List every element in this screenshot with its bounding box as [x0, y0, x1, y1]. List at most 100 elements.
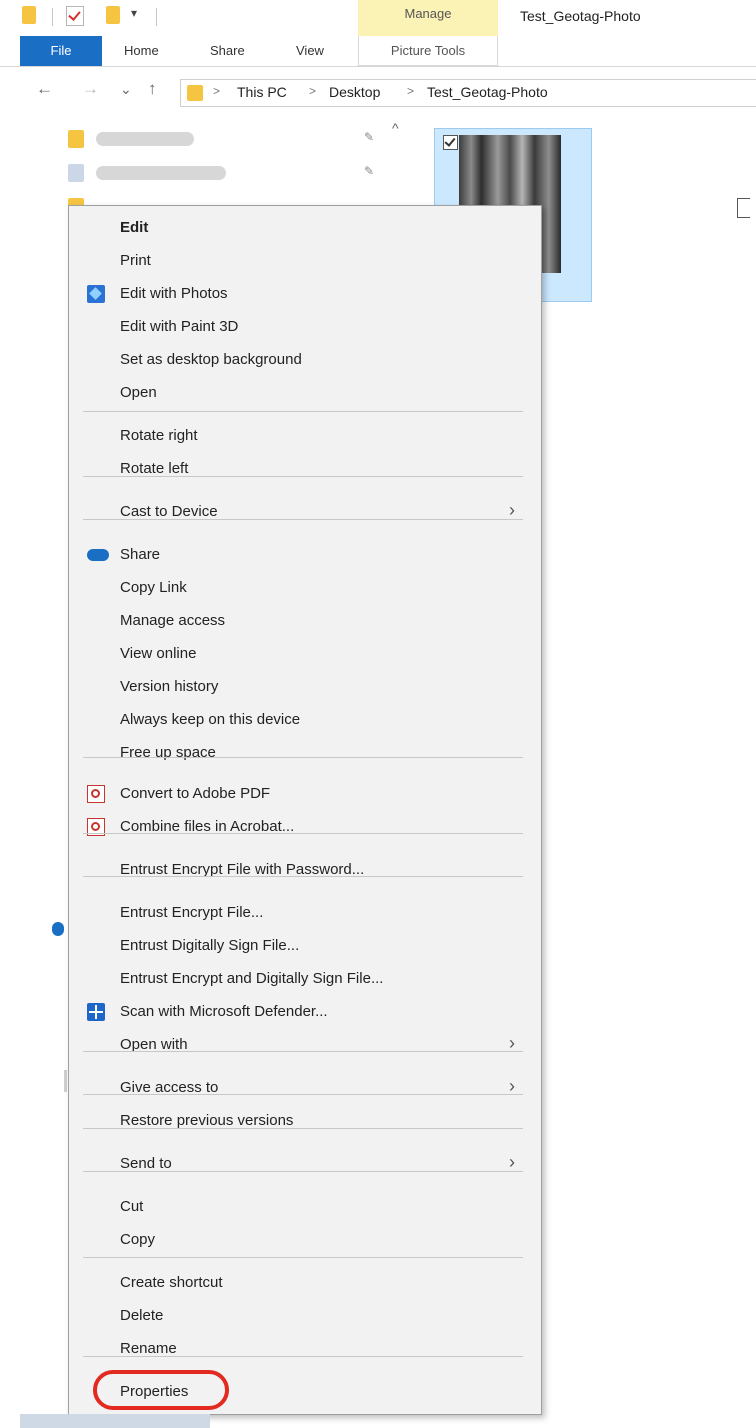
adobe-pdf-icon — [87, 785, 105, 803]
context-menu: Edit Print Edit with Photos Edit with Paint… — [68, 205, 542, 1415]
menu-item-label: Free up space — [120, 744, 216, 761]
manage-contextual-tab[interactable]: Manage — [358, 0, 498, 36]
menu-item-label: Entrust Digitally Sign File... — [120, 937, 300, 954]
menu-item-label: Print — [120, 252, 151, 269]
chevron-right-icon: › — [509, 500, 515, 520]
manage-tab-label: Manage — [404, 6, 452, 21]
menu-separator — [83, 519, 523, 520]
menu-item-send-to[interactable]: Send to › — [69, 1149, 541, 1179]
properties-quick-icon[interactable] — [66, 6, 84, 26]
menu-item-scan-with-microsoft-defender[interactable]: Scan with Microsoft Defender... — [69, 997, 541, 1027]
address-breadcrumb[interactable]: > This PC > Desktop > Test_Geotag-Photo — [180, 79, 756, 107]
breadcrumb-this-pc[interactable]: This PC — [237, 84, 287, 100]
ribbon-tabs: File Home Share View Picture Tools — [0, 36, 756, 67]
menu-item-label: Always keep on this device — [120, 711, 301, 728]
menu-item-properties[interactable]: Properties — [69, 1377, 541, 1407]
menu-separator — [83, 1171, 523, 1172]
selection-checkbox[interactable] — [443, 135, 458, 150]
tab-picture-tools[interactable]: Picture Tools — [358, 36, 498, 66]
blurred-item-name — [96, 132, 194, 146]
taskbar-edge — [20, 1414, 210, 1428]
menu-item-cast-to-device[interactable]: Cast to Device › — [69, 497, 541, 527]
menu-item-label: Restore previous versions — [120, 1112, 294, 1129]
menu-item-entrust-encrypt-file[interactable]: Entrust Encrypt File... — [69, 898, 541, 928]
menu-item-copy[interactable]: Copy — [69, 1225, 541, 1255]
menu-item-entrust-encrypt-and-digitally-sign-file[interactable]: Entrust Encrypt and Digitally Sign File.… — [69, 964, 541, 994]
menu-item-label: Scan with Microsoft Defender... — [120, 1003, 328, 1020]
up-arrow-icon[interactable]: ↑ — [148, 79, 157, 99]
menu-item-label: Rotate right — [120, 427, 198, 444]
folder-icon — [68, 130, 84, 148]
menu-item-restore-previous-versions[interactable]: Restore previous versions — [69, 1106, 541, 1136]
menu-separator — [83, 876, 523, 877]
menu-item-copy-link[interactable]: Copy Link — [69, 573, 541, 603]
menu-item-convert-to-adobe-pdf[interactable]: Convert to Adobe PDF — [69, 779, 541, 809]
quick-access-divider — [156, 8, 157, 26]
menu-separator — [83, 1356, 523, 1357]
pin-icon[interactable]: ✎ — [364, 164, 374, 178]
menu-item-edit[interactable]: Edit — [69, 213, 541, 243]
menu-item-entrust-digitally-sign-file[interactable]: Entrust Digitally Sign File... — [69, 931, 541, 961]
quick-access-divider — [52, 8, 53, 26]
menu-separator — [83, 476, 523, 477]
menu-item-label: Send to — [120, 1155, 172, 1172]
quick-access-folder-icon[interactable] — [22, 6, 36, 24]
menu-item-combine-files-in-acrobat[interactable]: Combine files in Acrobat... — [69, 812, 541, 842]
pin-icon[interactable]: ✎ — [364, 130, 374, 144]
menu-separator — [83, 757, 523, 758]
forward-arrow-icon[interactable]: → — [82, 79, 99, 99]
breadcrumb-current-folder[interactable]: Test_Geotag-Photo — [427, 84, 548, 100]
blurred-item-name — [96, 166, 226, 180]
onedrive-icon — [52, 922, 64, 936]
new-folder-quick-icon[interactable] — [106, 6, 120, 24]
menu-item-version-history[interactable]: Version history — [69, 672, 541, 702]
chevron-right-icon: › — [509, 1152, 515, 1172]
title-bar: ▾ Manage Test_Geotag-Photo — [0, 0, 756, 36]
menu-item-give-access-to[interactable]: Give access to › — [69, 1073, 541, 1103]
menu-item-always-keep-on-this-device[interactable]: Always keep on this device — [69, 705, 541, 735]
menu-item-label: Convert to Adobe PDF — [120, 785, 271, 802]
menu-item-label: Manage access — [120, 612, 226, 629]
menu-item-label: Create shortcut — [120, 1274, 223, 1291]
tab-home[interactable]: Home — [124, 36, 159, 66]
menu-item-label: Edit — [120, 219, 149, 236]
menu-item-label: Properties — [120, 1383, 189, 1400]
tab-view[interactable]: View — [296, 36, 324, 66]
recent-locations-chevron-icon[interactable]: ⌄ — [120, 81, 132, 98]
menu-item-rename[interactable]: Rename — [69, 1334, 541, 1364]
defender-icon — [87, 1003, 105, 1021]
menu-item-free-up-space[interactable]: Free up space — [69, 738, 541, 768]
breadcrumb-desktop[interactable]: Desktop — [329, 84, 380, 100]
menu-item-create-shortcut[interactable]: Create shortcut — [69, 1268, 541, 1298]
menu-separator — [83, 1257, 523, 1258]
menu-item-label: Version history — [120, 678, 219, 695]
menu-item-entrust-encrypt-file-with-password[interactable]: Entrust Encrypt File with Password... — [69, 855, 541, 885]
menu-separator — [83, 833, 523, 834]
menu-item-rotate-right[interactable]: Rotate right — [69, 421, 541, 451]
scroll-up-icon[interactable]: ^ — [392, 120, 399, 136]
menu-item-open-with[interactable]: Open with › — [69, 1030, 541, 1060]
photos-icon — [87, 285, 105, 303]
menu-item-label: Entrust Encrypt and Digitally Sign File.… — [120, 970, 384, 987]
menu-item-delete[interactable]: Delete — [69, 1301, 541, 1331]
menu-item-open[interactable]: Open — [69, 378, 541, 408]
menu-item-rotate-left[interactable]: Rotate left — [69, 454, 541, 484]
menu-item-edit-with-photos[interactable]: Edit with Photos — [69, 279, 541, 309]
menu-item-cut[interactable]: Cut — [69, 1192, 541, 1222]
menu-item-label: Open — [120, 384, 157, 401]
menu-item-print[interactable]: Print — [69, 246, 541, 276]
back-arrow-icon[interactable]: ← — [36, 79, 53, 99]
chevron-down-icon[interactable]: ▾ — [131, 6, 137, 20]
menu-item-share[interactable]: Share — [69, 540, 541, 570]
menu-item-view-online[interactable]: View online — [69, 639, 541, 669]
breadcrumb-separator: > — [407, 84, 415, 98]
tab-file[interactable]: File — [20, 36, 102, 66]
menu-item-label: Entrust Encrypt File... — [120, 904, 264, 921]
tab-share[interactable]: Share — [210, 36, 245, 66]
breadcrumb-separator: > — [213, 84, 221, 98]
menu-item-manage-access[interactable]: Manage access — [69, 606, 541, 636]
menu-item-edit-with-paint-3d[interactable]: Edit with Paint 3D — [69, 312, 541, 342]
menu-item-label: Copy — [120, 1231, 156, 1248]
menu-item-set-as-desktop-background[interactable]: Set as desktop background — [69, 345, 541, 375]
menu-item-label: Rotate left — [120, 460, 189, 477]
